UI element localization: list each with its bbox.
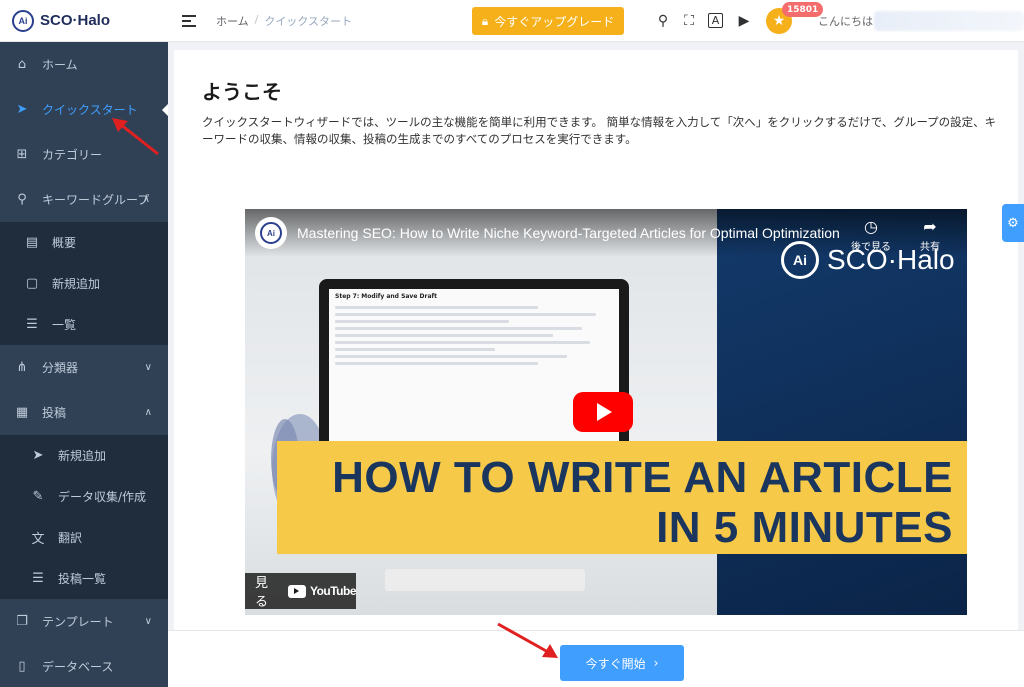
sidebar-item-classifier[interactable]: ⋔ 分類器 ∨ [0,345,168,390]
sitemap-icon: ⊞ [16,147,28,162]
upgrade-button[interactable]: 🔒︎ 今すぐアップグレード [472,7,624,35]
search-icon: ⚲ [17,192,27,207]
clock-icon: ◷ [864,217,878,236]
breadcrumb: ホーム / クイックスタート [216,13,352,29]
list-icon: ☰ [26,317,38,332]
sidebar-item-label: 概要 [52,236,77,250]
brand-text: SCO·Halo [827,244,955,275]
sidebar-item-label: テンプレート [42,615,114,629]
sidebar-item-new-keyword[interactable]: ▢ 新規追加 [0,263,168,304]
sidebar-item-label: クイックスタート [42,103,138,117]
sidebar-item-label: データベース [42,660,114,674]
play-circle-icon[interactable]: ▶ [735,12,753,30]
username-redacted[interactable] [874,11,1024,31]
channel-badge-icon: Ai [260,222,282,244]
sidebar-item-label: 投稿 [42,406,67,420]
brand-badge-icon: Ai [781,241,819,279]
copy-icon: ❐ [16,614,28,629]
search-icon[interactable]: ⚲ [654,12,672,30]
channel-avatar[interactable]: Ai [255,217,287,249]
sidebar-item-templates[interactable]: ❐ テンプレート ∨ [0,599,168,644]
watch-on-youtube-button[interactable]: 見る YouTube [245,573,357,610]
chevron-up-icon: ∧ [144,407,152,418]
sidebar-item-quickstart[interactable]: ➤ クイックスタート [0,87,168,132]
video-title[interactable]: Mastering SEO: How to Write Niche Keywor… [297,225,842,241]
sidebar-item-data-collect[interactable]: ✎ データ収集/作成 [0,476,168,517]
home-icon: ⌂ [17,57,27,72]
list-alt-icon: ▤ [25,235,39,250]
chevron-right-icon: › [653,656,659,670]
sidebar-item-keyword-list[interactable]: ☰ 一覧 [0,304,168,345]
page-title: ようこそ [202,80,282,104]
sidebar-item-home[interactable]: ⌂ ホーム [0,42,168,87]
fullscreen-icon[interactable]: ⛶ [680,12,698,30]
banner-line-1: HOW TO WRITE AN ARTICLE [332,453,953,502]
sidebar-item-overview[interactable]: ▤ 概要 [0,222,168,263]
youtube-wordmark: YouTube [309,584,357,598]
breadcrumb-home[interactable]: ホーム [216,13,249,29]
sidebar-menu: ⌂ ホーム ➤ クイックスタート ⊞ カテゴリー ⚲ キーワードグループ ∧ ▤… [0,42,168,687]
breadcrumb-separator: / [254,12,259,26]
breadcrumb-current: クイックスタート [264,14,353,28]
upgrade-label: 今すぐアップグレード [494,14,615,29]
chevron-down-icon: ∨ [144,362,152,373]
book-icon: ▯ [18,659,26,674]
greeting: こんにちは [818,15,873,28]
sidebar-item-label: 一覧 [52,318,77,332]
send-icon: ➤ [32,448,44,463]
sidebar-item-label: 新規追加 [58,449,107,463]
start-now-button[interactable]: 今すぐ開始 › [560,645,684,681]
sidebar-item-database[interactable]: ▯ データベース [0,644,168,687]
lock-icon: 🔒︎ [481,13,489,28]
sidebar-item-label: ホーム [42,58,78,72]
new-doc-icon: ▢ [25,276,39,291]
sidebar-item-label: 新規追加 [52,277,101,291]
sidebar: Ai SCO·Halo ⌂ ホーム ➤ クイックスタート ⊞ カテゴリー ⚲ キ… [0,0,168,687]
video-brand-logo: Ai SCO·Halo [781,241,955,279]
sidebar-item-label: 分類器 [42,361,79,375]
sidebar-item-post-list[interactable]: ☰ 投稿一覧 [0,558,168,599]
logo-text: SCO·Halo [40,12,111,29]
font-size-icon[interactable]: A [708,13,723,28]
sidebar-item-label: キーワードグループ [42,193,150,207]
sidebar-item-posts[interactable]: ▦ 投稿 ∧ [0,390,168,435]
chevron-down-icon: ∨ [144,616,152,627]
logo[interactable]: Ai SCO·Halo [0,0,168,42]
play-icon [597,403,612,421]
screen-title: Step 7: Modify and Save Draft [335,293,437,300]
intro-text: クイックスタートウィザードでは、ツールの主な機能を簡単に利用できます。 簡単な情… [202,115,997,146]
top-header: ホーム / クイックスタート 🔒︎ 今すぐアップグレード ⚲ ⛶ A ▶ ★ 1… [168,0,1024,42]
sidebar-item-label: 翻訳 [58,531,83,545]
sidebar-item-label: データ収集/作成 [58,490,147,504]
settings-gear-icon[interactable]: ⚙ [1002,204,1024,242]
sidebar-item-label: カテゴリー [42,148,103,162]
translate-icon: 文 [31,532,45,547]
paper-plane-icon: ➤ [16,102,28,117]
watch-on-label: 見る [255,576,269,610]
banner-line-2: IN 5 MINUTES [656,503,953,552]
video-player[interactable]: Step 7: Modify and Save Draft Ai Masteri… [245,209,967,615]
sidebar-item-translate[interactable]: 文 翻訳 [0,517,168,558]
sidebar-item-keyword-group[interactable]: ⚲ キーワードグループ ∧ [0,177,168,222]
thumbnail-banner: HOW TO WRITE AN ARTICLE IN 5 MINUTES [277,441,967,554]
sidebar-item-label: 投稿一覧 [58,572,107,586]
sidebar-item-new-post[interactable]: ➤ 新規追加 [0,435,168,476]
youtube-icon [287,584,306,598]
posts-submenu: ➤ 新規追加 ✎ データ収集/作成 文 翻訳 ☰ 投稿一覧 [0,435,168,599]
footer-action-bar: 今すぐ開始 › [168,630,1024,687]
start-now-label: 今すぐ開始 [585,656,646,671]
youtube-logo: YouTube [287,584,357,598]
keyboard-illustration [385,569,585,591]
share-icon: ➦ [923,217,937,236]
menu-toggle-icon[interactable] [182,14,196,27]
sidebar-item-category[interactable]: ⊞ カテゴリー [0,132,168,177]
keyword-submenu: ▤ 概要 ▢ 新規追加 ☰ 一覧 [0,222,168,345]
youtube-play-button[interactable] [573,392,633,432]
list-icon: ☰ [32,571,44,586]
edit-doc-icon: ✎ [32,489,44,504]
article-icon: ▦ [15,405,29,420]
share-nodes-icon: ⋔ [16,360,28,375]
logo-badge-icon: Ai [12,9,34,32]
chevron-up-icon: ∧ [142,194,150,205]
